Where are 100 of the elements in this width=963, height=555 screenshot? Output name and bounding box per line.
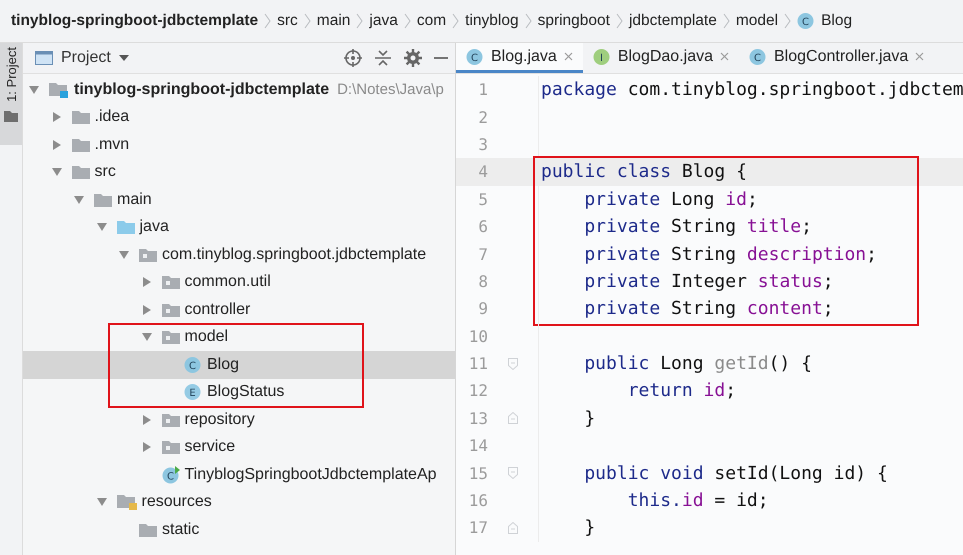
- breadcrumb-item[interactable]: com: [416, 12, 446, 30]
- close-icon: [915, 52, 924, 61]
- tree-item[interactable]: .mvn: [23, 131, 455, 158]
- tree-item[interactable]: model: [23, 324, 455, 351]
- tree-item[interactable]: src: [23, 158, 455, 186]
- line-number: 14: [468, 436, 488, 456]
- tree-item[interactable]: resources: [23, 488, 455, 516]
- editor-tab[interactable]: C Blog.java: [456, 43, 583, 73]
- chevron-icon: [616, 13, 623, 29]
- chevron-icon: [524, 13, 532, 29]
- line-number: 6: [477, 217, 488, 236]
- class-icon: C: [749, 48, 767, 66]
- caret-icon: [118, 55, 129, 61]
- class-icon: C: [797, 12, 816, 30]
- breadcrumb-item[interactable]: springboot: [538, 12, 610, 30]
- package-folder-icon: [162, 275, 180, 290]
- package-folder-icon: [162, 330, 180, 344]
- tree-item[interactable]: C TinyblogSpringbootJdbctemplateAp: [23, 461, 455, 488]
- folder-icon: [4, 110, 18, 122]
- chevron-icon: [304, 13, 311, 29]
- tree-item[interactable]: service: [23, 434, 455, 461]
- interface-icon: I: [592, 48, 611, 66]
- project-tool-tab[interactable]: 1: Project: [0, 43, 22, 145]
- breadcrumb-item[interactable]: java: [369, 12, 398, 30]
- breadcrumb-item[interactable]: jdbctemplate: [628, 12, 717, 30]
- project-path: D:\Notes\Java\p: [337, 81, 444, 98]
- resources-folder-icon: [116, 494, 136, 510]
- code-line: private String title;: [583, 216, 812, 238]
- project-view-dropdown[interactable]: Project: [23, 49, 135, 67]
- breadcrumb-item[interactable]: src: [277, 12, 298, 30]
- breadcrumb-item[interactable]: model: [736, 12, 778, 30]
- minimize-icon: [434, 57, 448, 59]
- tree-item[interactable]: .idea: [23, 104, 455, 131]
- code-line: private String content;: [583, 298, 834, 320]
- class-icon: C: [466, 48, 484, 66]
- class-icon: C: [162, 466, 180, 484]
- breadcrumb-item[interactable]: tinyblog-springboot-jdbctemplate: [11, 12, 258, 30]
- package-folder-icon: [162, 440, 180, 454]
- line-number: 5: [477, 190, 488, 209]
- settings-icon: [404, 49, 422, 67]
- line-number: 7: [477, 244, 488, 264]
- breadcrumb-item[interactable]: Blog: [821, 12, 852, 30]
- tree-item[interactable]: main: [23, 186, 455, 214]
- line-number: 9: [477, 299, 488, 318]
- code-line: this.id = id;: [626, 490, 769, 512]
- code-line: return id;: [626, 380, 736, 402]
- chevron-icon: [404, 13, 411, 29]
- code-line: }: [583, 408, 596, 429]
- code-line: private Long id;: [583, 188, 758, 210]
- chevron-icon: [264, 13, 272, 29]
- line-number: 1: [477, 80, 488, 100]
- line-number: 2: [477, 108, 488, 127]
- breadcrumb-item[interactable]: main: [316, 12, 350, 30]
- code-line: private String description;: [583, 244, 877, 265]
- line-number: 17: [468, 518, 488, 538]
- code-line: private Integer status;: [583, 270, 834, 292]
- crosshair-icon: [344, 49, 362, 67]
- code-line: }: [583, 517, 596, 538]
- tree-item[interactable]: java: [23, 214, 455, 241]
- tree-item[interactable]: com.tinyblog.springboot.jdbctemplate: [23, 241, 455, 268]
- enum-icon: E: [184, 383, 202, 402]
- tree-item[interactable]: E BlogStatus: [23, 378, 455, 406]
- settings-button[interactable]: [401, 46, 425, 70]
- line-number: 11: [468, 354, 488, 374]
- line-number: 16: [468, 491, 488, 510]
- line-number: 8: [477, 272, 488, 291]
- locate-button[interactable]: [341, 46, 365, 70]
- code-line: public void setId(Long id) {: [583, 462, 888, 484]
- editor-tab[interactable]: C BlogController.java: [739, 43, 934, 73]
- line-number: 15: [468, 464, 488, 483]
- tree-item[interactable]: static: [23, 516, 455, 544]
- tree-item[interactable]: controller: [23, 296, 455, 324]
- module-folder-icon: [49, 82, 69, 98]
- package-folder-icon: [139, 248, 157, 262]
- line-number: 12: [468, 381, 488, 400]
- folder-icon: [72, 110, 90, 124]
- folder-icon: [94, 192, 112, 207]
- line-number: 4: [477, 162, 488, 182]
- chevron-icon: [356, 13, 364, 29]
- folder-icon: [139, 522, 157, 537]
- code-line: public class Blog {: [541, 161, 747, 182]
- close-icon: [564, 52, 573, 61]
- class-icon: C: [184, 356, 202, 374]
- tree-item[interactable]: C Blog: [23, 351, 455, 378]
- tree-item[interactable]: tinyblog-springboot-jdbctemplate D:\Notes\Java\p: [23, 76, 455, 104]
- line-number: 10: [468, 326, 488, 346]
- code-line: package com.tinyblog.springboot.jdbctem: [541, 79, 963, 100]
- tree-item[interactable]: repository: [23, 406, 455, 434]
- package-folder-icon: [162, 412, 180, 427]
- tree-item[interactable]: common.util: [23, 268, 455, 296]
- code-line: public Long getId() {: [583, 353, 812, 374]
- chevron-icon: [784, 13, 792, 29]
- breadcrumb-item[interactable]: tinyblog: [465, 12, 519, 30]
- chevron-icon: [722, 13, 730, 29]
- folder-icon: [116, 220, 134, 234]
- editor-tab[interactable]: I BlogDao.java: [582, 43, 739, 73]
- package-folder-icon: [162, 302, 180, 317]
- collapse-icon: [374, 49, 392, 67]
- folder-icon: [72, 165, 90, 180]
- line-number: 3: [477, 134, 488, 154]
